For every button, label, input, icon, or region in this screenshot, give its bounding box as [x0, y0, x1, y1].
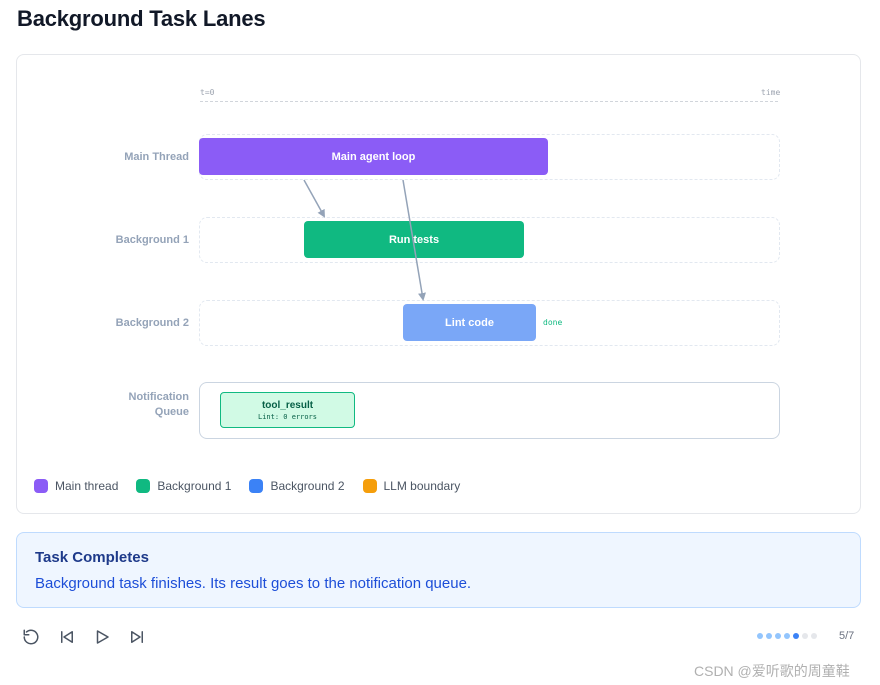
queue-item-tool-result: tool_result Lint: 0 errors [220, 392, 355, 428]
queue-item-detail: Lint: 0 errors [257, 413, 317, 421]
next-step-button[interactable] [126, 626, 148, 648]
watermark: CSDN @爱听歌的周童鞋 [694, 663, 850, 679]
step-dot-5[interactable] [793, 633, 799, 639]
previous-step-button[interactable] [56, 626, 78, 648]
legend-swatch [362, 479, 377, 493]
task-bar-label: Main agent loop [331, 150, 416, 163]
legend-label: Main thread [55, 479, 119, 493]
legend-label: Background 1 [157, 479, 232, 493]
step-title: Task Completes [35, 549, 149, 566]
page-title: Background Task Lanes [17, 6, 266, 31]
legend-label: Background 2 [270, 479, 345, 493]
step-progress-dots [757, 633, 820, 639]
lane-label-main-thread: Main Thread [124, 151, 189, 163]
lane-label-notification-queue: Notification Queue [69, 390, 190, 420]
lane-label-background-2: Background 2 [115, 317, 189, 329]
queue-item-title: tool_result [261, 400, 314, 411]
skip-back-icon [61, 631, 73, 643]
task-bar-label: Run tests [388, 233, 440, 246]
time-axis-start-label: t=0 [200, 88, 215, 97]
step-dot-6[interactable] [802, 633, 808, 639]
step-counter: 5/7 [839, 630, 855, 642]
legend-swatch [249, 479, 264, 493]
step-description-card: Task Completes Background task finishes.… [16, 532, 861, 608]
reset-button[interactable] [20, 626, 42, 648]
legend-swatch [136, 479, 151, 493]
task-bar-lint-code: Lint code [403, 304, 536, 341]
time-axis [200, 101, 778, 102]
diagram-card [16, 54, 861, 514]
play-icon [96, 630, 109, 644]
step-description: Background task finishes. Its result goe… [35, 575, 472, 592]
task-bar-run-tests: Run tests [304, 221, 524, 258]
legend-label: LLM boundary [383, 479, 461, 493]
legend-item-main-thread: Main thread [34, 479, 118, 493]
step-dot-7[interactable] [811, 633, 817, 639]
legend-swatch [34, 479, 48, 493]
legend-item-llm-boundary: LLM boundary [362, 479, 461, 493]
lane-label-background-1: Background 1 [115, 234, 189, 246]
task-bar-main-agent-loop: Main agent loop [199, 138, 548, 175]
step-dot-2[interactable] [766, 633, 772, 639]
time-axis-end-label: time [761, 88, 781, 97]
task-bar-label: Lint code [445, 316, 494, 329]
skip-forward-icon [131, 631, 143, 643]
legend: Main thread Background 1 Background 2 LL… [34, 479, 478, 493]
task-status-done: done [543, 318, 563, 327]
lane-label-text: Notification Queue [128, 391, 190, 418]
legend-item-background-2: Background 2 [249, 479, 345, 493]
legend-item-background-1: Background 1 [136, 479, 231, 493]
step-dot-3[interactable] [775, 633, 781, 639]
play-button[interactable] [91, 626, 113, 648]
step-dot-1[interactable] [757, 633, 763, 639]
reset-icon [23, 629, 39, 645]
step-dot-4[interactable] [784, 633, 790, 639]
